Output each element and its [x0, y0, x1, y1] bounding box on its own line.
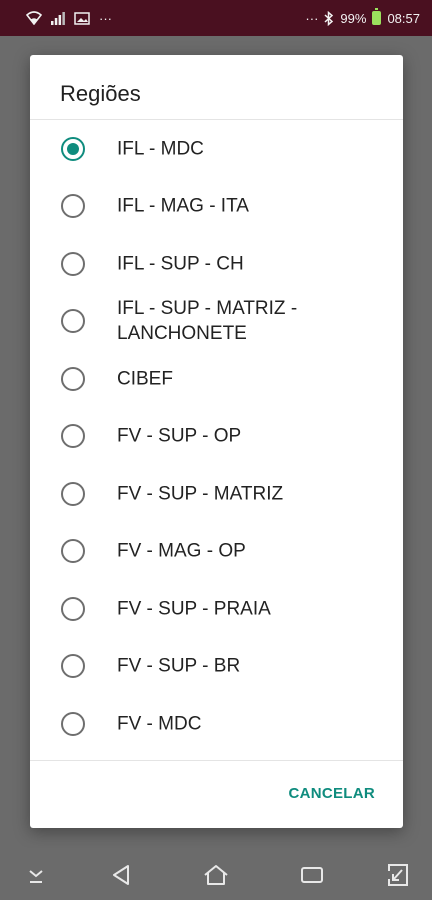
cancel-button[interactable]: CANCELAR	[288, 785, 375, 802]
radio-button[interactable]	[61, 424, 85, 449]
signal-icon	[51, 11, 65, 25]
option-label: FV - MAG - OP	[117, 540, 246, 562]
radio-button[interactable]	[61, 194, 85, 219]
divider	[30, 760, 403, 761]
option-label: FV - SUP - BR	[117, 655, 241, 677]
option-label: FV - SUP - OP	[117, 425, 242, 447]
navigation-bar	[0, 848, 432, 900]
home-icon[interactable]	[202, 862, 230, 888]
battery-icon	[372, 8, 382, 25]
radio-button[interactable]	[61, 711, 85, 736]
screenshot-icon[interactable]	[384, 862, 412, 888]
image-notification-icon	[74, 11, 90, 25]
option-cibef[interactable]: CIBEF	[30, 350, 403, 408]
option-label: IFL - SUP - MATRIZ - LANCHONETE	[117, 298, 298, 345]
radio-button[interactable]	[61, 596, 85, 621]
radio-button[interactable]	[61, 654, 85, 679]
option-fv-sup-br[interactable]: FV - SUP - BR	[30, 638, 403, 696]
option-label: FV - SUP - PRAIA	[117, 598, 271, 620]
status-left: ···	[26, 11, 112, 26]
wifi-icon	[26, 11, 42, 25]
radio-button[interactable]	[61, 309, 85, 334]
option-label: IFL - MAG - ITA	[117, 195, 249, 217]
option-fv-sup-matriz[interactable]: FV - SUP - MATRIZ	[30, 465, 403, 523]
battery-percent: 99%	[340, 10, 367, 26]
options-list: IFL - MDC IFL - MAG - ITA IFL - SUP - CH…	[30, 120, 403, 753]
recents-icon[interactable]	[298, 862, 326, 888]
radio-button[interactable]	[61, 481, 85, 506]
option-ifl-sup-matriz-lanchonete[interactable]: IFL - SUP - MATRIZ - LANCHONETE	[30, 293, 403, 351]
radio-button[interactable]	[61, 251, 85, 276]
clock: 08:57	[387, 10, 420, 26]
option-fv-sup-praia[interactable]: FV - SUP - PRAIA	[30, 580, 403, 638]
option-ifl-mag-ita[interactable]: IFL - MAG - ITA	[30, 178, 403, 236]
more-status-text: ···	[305, 10, 319, 26]
radio-button[interactable]	[61, 366, 85, 391]
option-ifl-sup-ch[interactable]: IFL - SUP - CH	[30, 235, 403, 293]
option-label: IFL - MDC	[117, 138, 204, 160]
chevron-down-icon[interactable]	[22, 862, 50, 888]
back-icon[interactable]	[108, 862, 136, 888]
option-fv-sup-op[interactable]: FV - SUP - OP	[30, 408, 403, 466]
option-fv-mdc[interactable]: FV - MDC	[30, 695, 403, 753]
option-label: CIBEF	[117, 368, 173, 390]
status-bar: ··· ··· 99% 08:57	[0, 0, 432, 36]
dialog-title: Regiões	[60, 81, 141, 106]
more-notifications-text: ···	[99, 10, 112, 26]
option-ifl-mdc[interactable]: IFL - MDC	[30, 120, 403, 178]
regions-dialog: Regiões IFL - MDC IFL - MAG - ITA IFL - …	[30, 55, 403, 828]
option-fv-mag-op[interactable]: FV - MAG - OP	[30, 523, 403, 581]
option-label: FV - MDC	[117, 713, 202, 735]
option-label: IFL - SUP - CH	[117, 253, 244, 275]
radio-button-checked[interactable]	[61, 136, 85, 161]
option-label: FV - SUP - MATRIZ	[117, 483, 284, 505]
status-right: ··· 99% 08:57	[305, 8, 420, 26]
bluetooth-icon	[324, 10, 334, 26]
radio-button[interactable]	[61, 539, 85, 564]
